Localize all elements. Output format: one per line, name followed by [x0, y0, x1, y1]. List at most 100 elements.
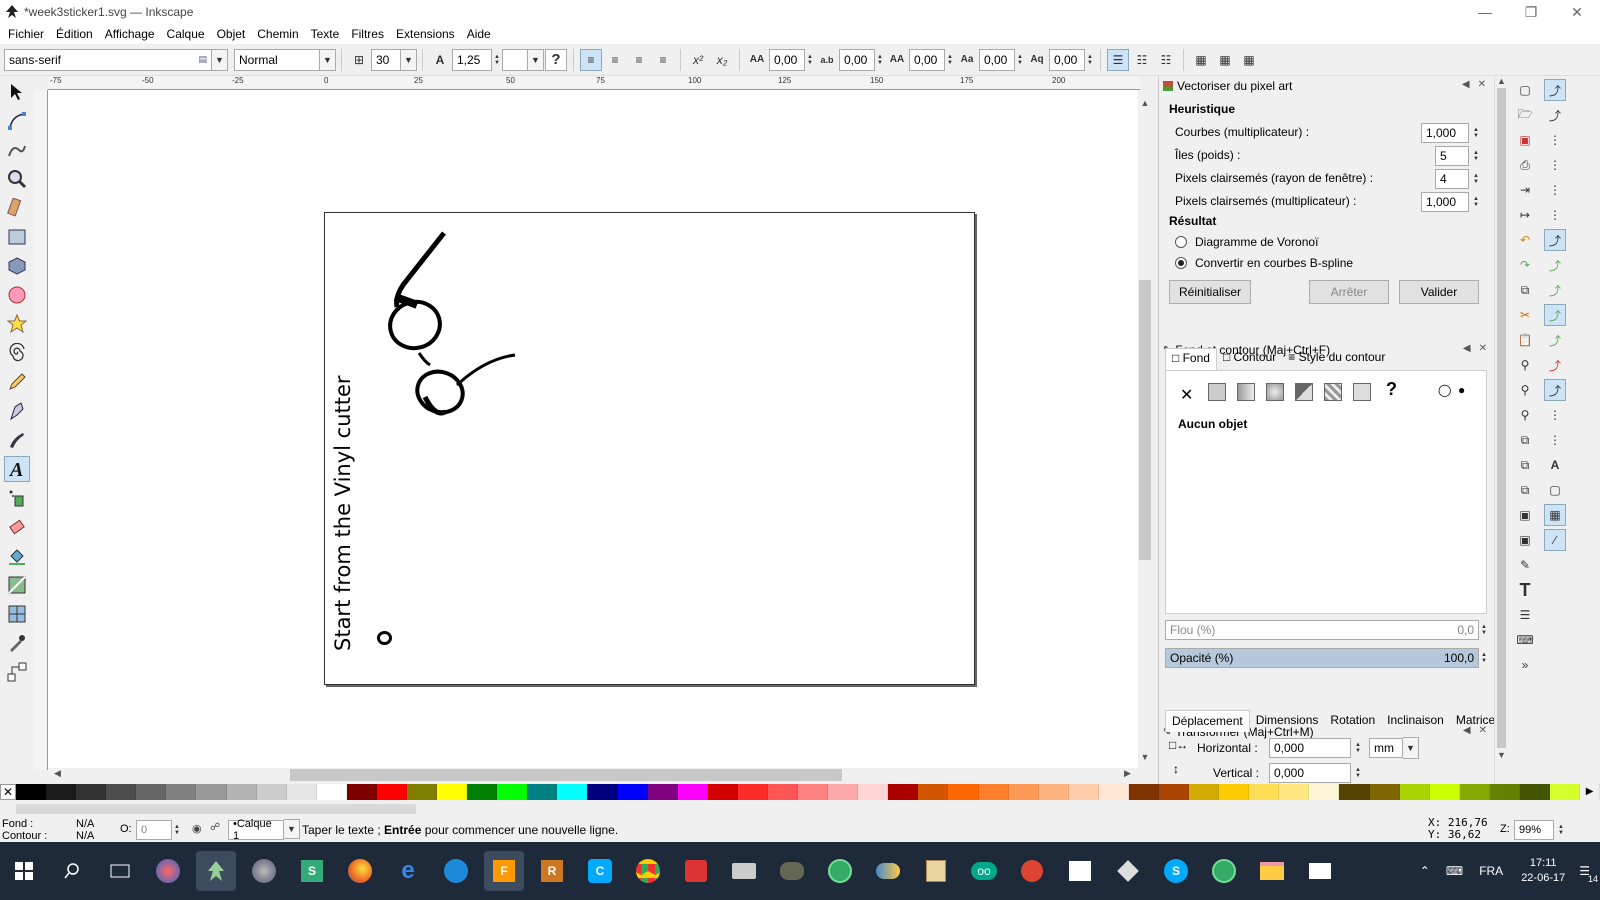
snap-bbox-midpoint-icon[interactable]: ⋮ [1544, 179, 1566, 201]
tweak-tool-icon[interactable] [4, 137, 30, 163]
menu-aide[interactable]: Aide [461, 27, 497, 41]
glasses-drawing[interactable] [355, 227, 525, 417]
snap-text-baseline-icon[interactable]: A [1544, 454, 1566, 476]
tab-deplacement[interactable]: Déplacement [1165, 710, 1250, 732]
paint-app-icon[interactable] [148, 851, 188, 891]
stop-button[interactable]: Arrêter [1309, 280, 1389, 304]
validate-button[interactable]: Valider [1399, 280, 1479, 304]
atom-app-icon-1[interactable] [820, 851, 860, 891]
color-swatch[interactable] [376, 784, 408, 800]
minimize-button[interactable]: — [1462, 0, 1508, 24]
connector-tool-icon[interactable] [4, 659, 30, 685]
mail-icon[interactable] [1300, 851, 1340, 891]
sparse-multiplier-input[interactable]: 1,000 [1421, 192, 1469, 212]
tab-style-contour[interactable]: ≡ Style du contour [1282, 348, 1391, 370]
font-family-input[interactable]: sans-serif ▤ [4, 48, 212, 71]
color-swatch[interactable] [1339, 784, 1370, 800]
flat-color-icon[interactable] [1208, 383, 1226, 401]
palette-scrollbar[interactable] [16, 804, 416, 814]
snap-enable-icon[interactable]: ⤴ [1544, 79, 1566, 101]
line-unit-dropdown[interactable]: ▼ [528, 48, 544, 71]
snap-guides-icon[interactable]: ∕ [1544, 529, 1566, 551]
islands-input[interactable]: 5 [1435, 146, 1469, 166]
vertical-spinner[interactable]: ▲ ▼ [1353, 762, 1363, 784]
color-swatch[interactable] [858, 784, 889, 800]
snap-grid-icon[interactable]: ▦ [1544, 504, 1566, 526]
word-spacing-input[interactable]: 0,00 [839, 48, 875, 71]
color-swatch[interactable] [647, 784, 678, 800]
mesh-gradient-icon[interactable] [1295, 383, 1313, 401]
paint-bucket-tool-icon[interactable] [4, 543, 30, 569]
zoom-spinner[interactable]: ▲ ▼ [1556, 819, 1566, 841]
color-swatch[interactable] [1369, 784, 1400, 800]
pencil-tool-icon[interactable] [4, 369, 30, 395]
tab-dimensions[interactable]: Dimensions [1250, 710, 1325, 732]
color-swatch[interactable] [16, 784, 47, 800]
import-icon[interactable]: ⇥ [1514, 179, 1536, 201]
color-swatch[interactable] [798, 784, 829, 800]
color-swatch[interactable] [196, 784, 227, 800]
scroll-down-icon[interactable]: ▼ [1138, 752, 1152, 762]
paste-icon[interactable]: 📋 [1514, 329, 1536, 351]
clock[interactable]: 17:11 22-06-17 [1521, 856, 1565, 886]
color-swatch[interactable] [226, 784, 257, 800]
radial-gradient-icon[interactable] [1266, 383, 1284, 401]
ungroup-icon[interactable]: ▣ [1514, 529, 1536, 551]
color-swatch[interactable] [1429, 784, 1460, 800]
blur-field[interactable]: Flou (%) 0,0 [1165, 620, 1479, 640]
unit-dropdown[interactable]: ▼ [1403, 737, 1419, 759]
snap-midpoints-icon[interactable]: ⤴ [1544, 354, 1566, 376]
star-tool-icon[interactable] [4, 311, 30, 337]
vertical-scroll-thumb[interactable] [1139, 280, 1151, 560]
color-swatch[interactable] [1519, 784, 1550, 800]
help-icon[interactable]: ? [545, 48, 567, 71]
line-spacing-input[interactable]: 1,25 [452, 48, 492, 71]
gcode-app-icon[interactable] [676, 851, 716, 891]
color-swatch[interactable] [707, 784, 738, 800]
panel-close-icon[interactable]: ✕ [1478, 79, 1486, 90]
opacity-spinner[interactable]: ▲ ▼ [1479, 647, 1489, 669]
color-swatch[interactable] [617, 784, 648, 800]
unit-select[interactable]: mm [1369, 738, 1403, 758]
snap-others-icon[interactable]: ⤴ [1544, 379, 1566, 401]
color-swatch[interactable] [316, 784, 347, 800]
spiral-tool-icon[interactable] [4, 340, 30, 366]
font-size-dropdown[interactable]: ▼ [401, 48, 417, 71]
layer-select[interactable]: •Calque 1 [228, 818, 284, 842]
color-swatch[interactable] [136, 784, 167, 800]
menu-objet[interactable]: Objet [211, 27, 252, 41]
dock-scroll-up-icon[interactable]: ▲ [1495, 76, 1508, 86]
zoom-tool-icon[interactable] [4, 166, 30, 192]
menu-chemin[interactable]: Chemin [251, 27, 304, 41]
chrome-icon[interactable] [628, 851, 668, 891]
islands-spinner[interactable]: ▲ ▼ [1471, 145, 1481, 167]
language-indicator[interactable]: FRA [1479, 864, 1503, 878]
tab-contour[interactable]: □ Contour [1217, 348, 1282, 370]
subscript-icon[interactable]: x₂ [711, 49, 733, 71]
color-swatch[interactable] [1158, 784, 1190, 800]
scroll-right-icon[interactable]: ▶ [1124, 768, 1131, 779]
color-swatch[interactable] [557, 784, 588, 800]
color-swatch[interactable] [918, 784, 949, 800]
snap-paths-icon[interactable]: ⤴ [1544, 254, 1566, 276]
inkscape-app-icon[interactable] [196, 851, 236, 891]
snap-smooth-nodes-icon[interactable]: ⤴ [1544, 329, 1566, 351]
reset-button[interactable]: Réinitialiser [1169, 280, 1251, 304]
store-icon[interactable] [1060, 851, 1100, 891]
color-swatch[interactable] [828, 784, 859, 800]
cutter-app-icon[interactable] [724, 851, 764, 891]
color-swatch[interactable] [46, 784, 77, 800]
keyboard-icon[interactable]: ⌨ [1446, 864, 1463, 878]
fill-stroke-icon[interactable]: ✎ [1514, 554, 1536, 576]
line-unit-input[interactable] [502, 48, 528, 71]
align-center-icon[interactable]: ≡ [604, 49, 626, 71]
mesh-tool-icon[interactable] [4, 601, 30, 627]
mail-app-icon[interactable] [436, 851, 476, 891]
atom-app-icon-2[interactable] [1204, 851, 1244, 891]
scroll-up-icon[interactable]: ▲ [1138, 98, 1152, 108]
menu-affichage[interactable]: Affichage [99, 27, 161, 41]
kerning-spinner[interactable]: ▲ ▼ [945, 49, 955, 71]
voronoi-radio[interactable] [1175, 236, 1187, 248]
color-swatch[interactable] [286, 784, 317, 800]
dock-scrollbar[interactable]: ▲ ▼ [1494, 76, 1508, 784]
